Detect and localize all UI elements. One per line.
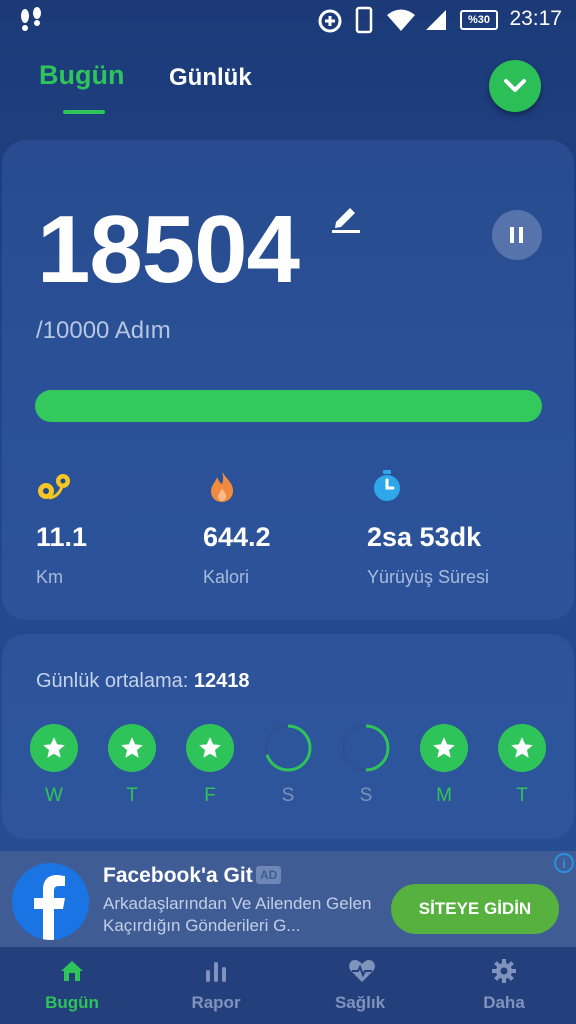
day-status-circle (264, 724, 312, 772)
heart-pulse-icon (349, 960, 375, 982)
nav-item-report[interactable]: Rapor (144, 947, 288, 1024)
stopwatch-icon (374, 470, 400, 501)
day-status-circle (108, 724, 156, 772)
day-label: S (359, 785, 373, 806)
daily-average-value: 12418 (193, 670, 250, 692)
nav-label-today: Bugün (45, 993, 99, 1012)
daily-average: Günlük ortalama: 12418 (36, 670, 249, 693)
step-goal: /10000 Adım (36, 317, 171, 344)
gear-icon (492, 959, 516, 983)
walk-time-value: 2sa 53dk (367, 522, 482, 552)
wifi-icon (387, 9, 415, 31)
star-icon (43, 737, 65, 758)
bar-chart-icon (206, 962, 226, 982)
progress-fill (35, 390, 542, 422)
dropdown-button[interactable] (489, 60, 541, 112)
active-tab-indicator (63, 110, 105, 114)
day-status-circle (498, 724, 546, 772)
tab-daily[interactable]: Günlük (169, 64, 252, 92)
day-status-circle (186, 724, 234, 772)
partial-progress-ring (264, 724, 312, 772)
star-icon (511, 737, 533, 758)
progress-bar (35, 390, 542, 422)
ad-badge: AD (256, 866, 282, 884)
ad-description: Arkadaşlarından Ve Ailenden Gelen Kaçırd… (103, 893, 383, 937)
distance-icon (38, 474, 70, 500)
phone-icon (355, 6, 373, 34)
partial-progress-ring (342, 724, 390, 772)
nav-item-today[interactable]: Bugün (0, 947, 144, 1024)
signal-icon (426, 10, 446, 30)
day-status-circle (30, 724, 78, 772)
battery-icon: %30 (460, 10, 498, 30)
pause-icon (510, 227, 523, 243)
status-bar: %30 23:17 (0, 0, 576, 40)
walk-time-label: Yürüyüş Süresi (367, 567, 490, 587)
star-icon (121, 737, 143, 758)
chevron-down-icon (504, 79, 526, 92)
bottom-navigation: Bugün Rapor Sağlık Daha (0, 947, 576, 1024)
day-status-circle (342, 724, 390, 772)
home-icon (61, 961, 83, 981)
distance-label: Km (36, 567, 63, 587)
ad-title: Facebook'a Git (103, 864, 253, 887)
step-count: 18504 (37, 196, 300, 303)
day-label: T (516, 785, 528, 806)
day-label: F (204, 785, 216, 806)
nav-item-health[interactable]: Sağlık (288, 947, 432, 1024)
daily-average-label: Günlük ortalama: (36, 670, 189, 692)
nav-label-more: Daha (483, 993, 525, 1012)
day-label: S (281, 785, 295, 806)
footsteps-icon (21, 7, 41, 31)
nav-label-report: Rapor (191, 993, 241, 1012)
nav-item-more[interactable]: Daha (432, 947, 576, 1024)
data-saver-icon (318, 9, 342, 33)
distance-value: 11.1 (36, 522, 88, 552)
nav-label-health: Sağlık (334, 993, 386, 1012)
ad-info-icon[interactable]: i (554, 853, 574, 873)
day-label: M (436, 785, 452, 806)
star-icon (199, 737, 221, 758)
clock: 23:17 (509, 7, 562, 30)
flame-icon (211, 470, 234, 502)
day-label: T (126, 785, 138, 806)
pencil-icon[interactable] (330, 200, 362, 234)
calories-label: Kalori (203, 567, 250, 587)
pause-button[interactable] (492, 210, 542, 260)
star-icon (433, 737, 455, 758)
calories-value: 644.2 (203, 522, 271, 552)
ad-cta-button[interactable]: SİTEYE GİDİN (391, 884, 559, 934)
day-label: W (45, 785, 63, 806)
facebook-logo-icon (12, 863, 89, 940)
ad-description-text: Arkadaşlarından Ve Ailenden Gelen Kaçırd… (103, 894, 372, 935)
day-status-circle (420, 724, 468, 772)
tab-today[interactable]: Bugün (39, 60, 124, 91)
